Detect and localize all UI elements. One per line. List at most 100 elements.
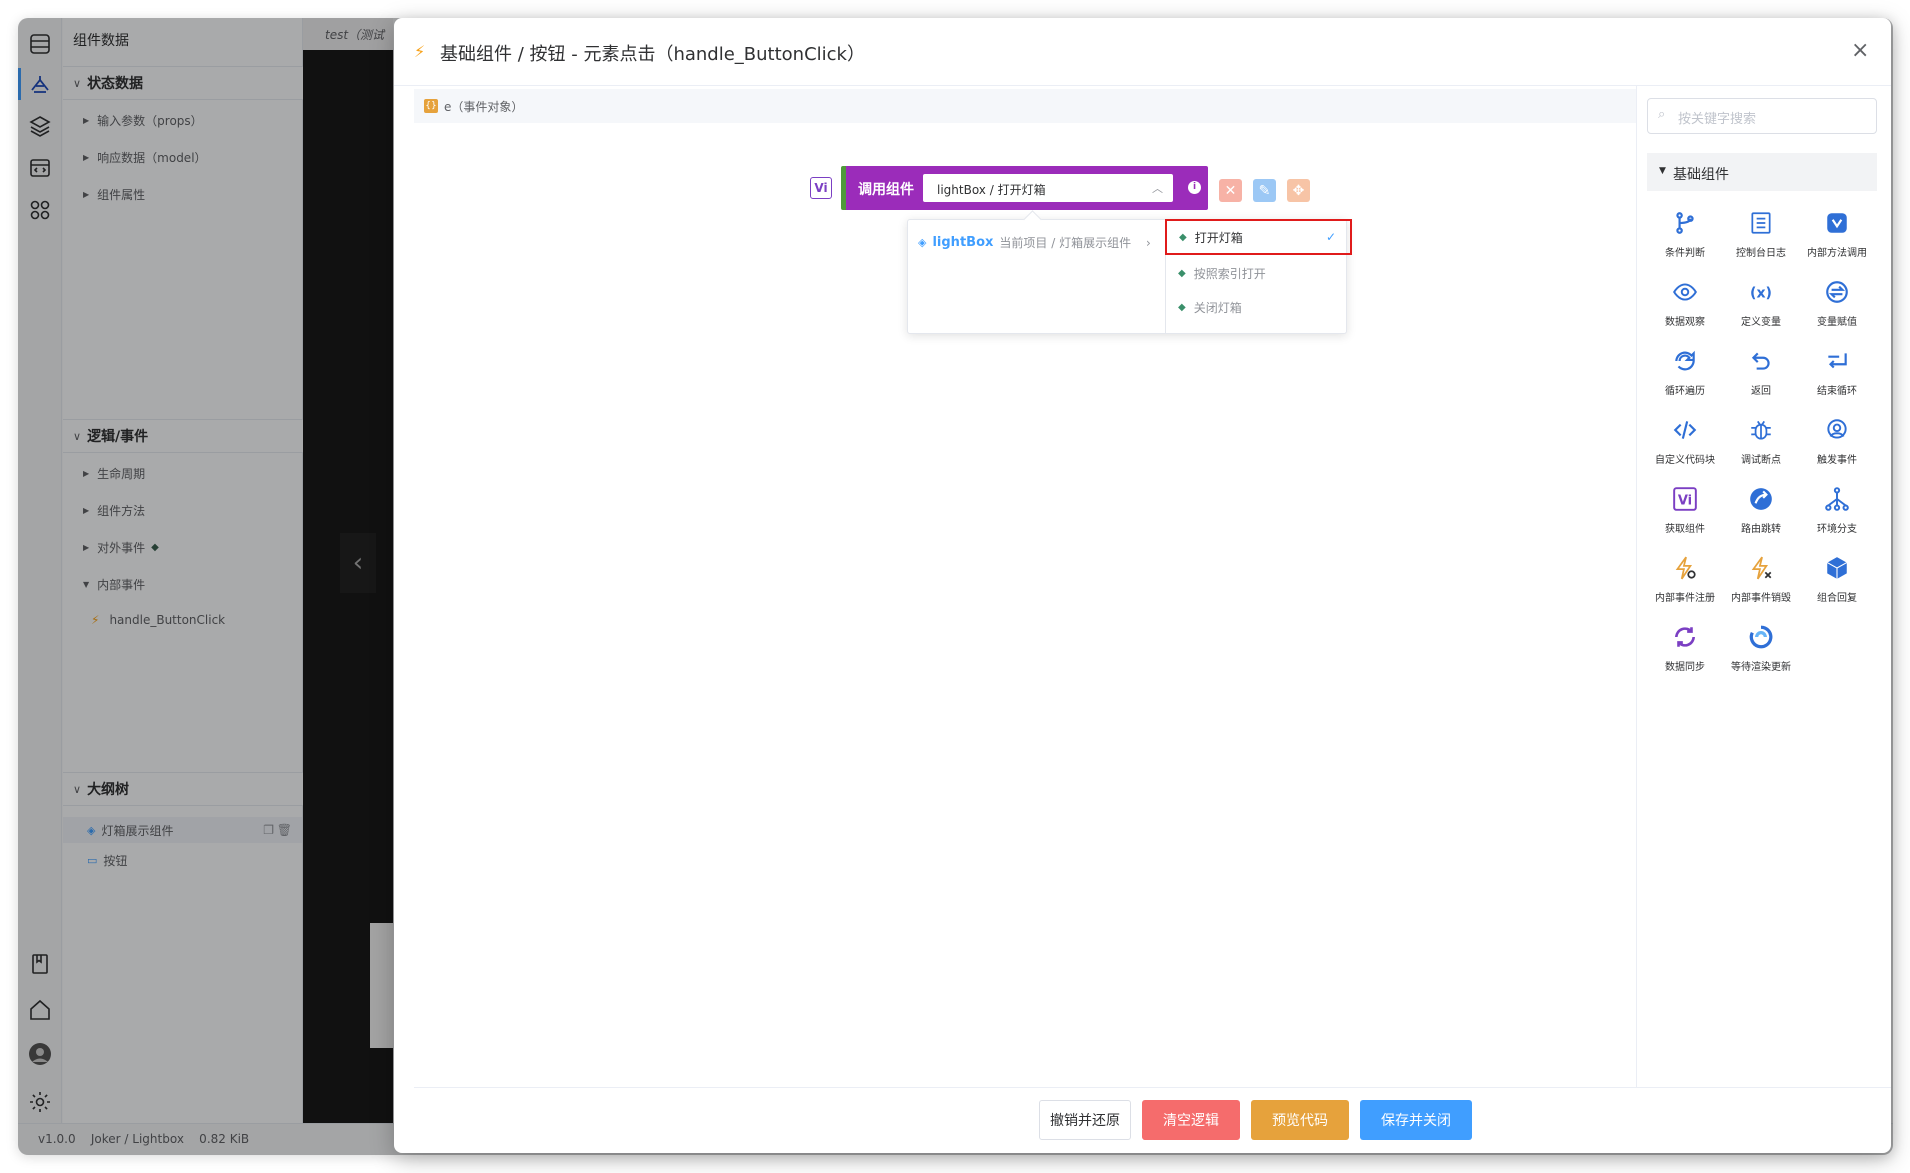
logic-editor-dialog: ⚡ 基础组件 / 按钮 - 元素点击（handle_ButtonClick） ×… <box>394 18 1891 1153</box>
gem-icon: ◆ <box>1178 301 1186 313</box>
tool-label: 调试断点 <box>1741 455 1781 466</box>
tool-label: 结束循环 <box>1817 386 1857 397</box>
tool-break[interactable]: 结束循环 <box>1802 348 1872 397</box>
tool-assign[interactable]: 变量赋值 <box>1802 279 1872 328</box>
tool-label: 返回 <box>1751 386 1771 397</box>
call-component-block[interactable]: 调用组件 lightBox / 打开灯箱 ︿ i <box>841 166 1208 210</box>
bug-icon <box>1726 417 1796 443</box>
clear-logic-button[interactable]: 清空逻辑 <box>1142 1100 1240 1140</box>
move-block-icon[interactable]: ✥ <box>1287 179 1310 202</box>
context-variable-bar: {} e（事件对象） <box>414 89 1636 123</box>
tool-event-destroy[interactable]: 内部事件销毁 <box>1726 555 1796 604</box>
cascader-option-open[interactable]: ◆ 打开灯箱 ✓ <box>1165 219 1352 255</box>
eye-icon <box>1650 279 1720 305</box>
save-close-button[interactable]: 保存并关闭 <box>1360 1100 1472 1140</box>
tool-wait-render[interactable]: 等待渲染更新 <box>1726 624 1796 673</box>
tool-vi[interactable]: Vi 获取组件 <box>1650 486 1720 535</box>
check-icon: ✓ <box>1325 230 1336 244</box>
branch-icon <box>1650 210 1720 236</box>
cascader-item-path: 当前项目 / 灯箱展示组件 <box>999 236 1132 250</box>
tool-label: 自定义代码块 <box>1655 455 1715 466</box>
cascader-left-column: ◈ lightBox 当前项目 / 灯箱展示组件 › <box>908 220 1166 333</box>
cascader-option-close[interactable]: ◆ 关闭灯箱 <box>1166 290 1346 324</box>
tool-eye[interactable]: 数据观察 <box>1650 279 1720 328</box>
block-label: 调用组件 <box>858 182 914 198</box>
tool-event-register[interactable]: 内部事件注册 <box>1650 555 1720 604</box>
cascader-option-open-by-index[interactable]: ◆ 按照索引打开 <box>1166 256 1346 290</box>
tool-label: 等待渲染更新 <box>1731 662 1791 673</box>
object-icon: {} <box>424 99 438 113</box>
variable-icon: (x) <box>1726 279 1796 305</box>
method-select[interactable]: lightBox / 打开灯箱 ︿ <box>923 174 1173 202</box>
route-icon <box>1726 486 1796 512</box>
gem-icon: ◆ <box>1179 231 1187 243</box>
dialog-title: 基础组件 / 按钮 - 元素点击（handle_ButtonClick） <box>440 44 865 65</box>
logic-workspace[interactable]: Vi 调用组件 lightBox / 打开灯箱 ︿ i ✕ ✎ ✥ ◈ ligh… <box>414 123 1636 1087</box>
tool-label: 内部方法调用 <box>1807 248 1867 259</box>
tool-label: 数据同步 <box>1665 662 1705 673</box>
cascader-item-lightbox[interactable]: ◈ lightBox 当前项目 / 灯箱展示组件 › <box>918 234 1151 251</box>
component-icon: ◈ <box>918 236 927 249</box>
tool-bug[interactable]: 调试断点 <box>1726 417 1796 466</box>
tool-label: 环境分支 <box>1817 524 1857 535</box>
vi-icon: Vi <box>1650 486 1720 512</box>
tool-route[interactable]: 路由跳转 <box>1726 486 1796 535</box>
tool-label: 变量赋值 <box>1817 317 1857 328</box>
tool-label: 路由跳转 <box>1741 524 1781 535</box>
tool-label: 定义变量 <box>1741 317 1781 328</box>
tool-env-branch[interactable]: 环境分支 <box>1802 486 1872 535</box>
method-select-value: lightBox / 打开灯箱 <box>937 183 1046 197</box>
log-icon <box>1726 210 1796 236</box>
delete-block-icon[interactable]: ✕ <box>1219 179 1242 202</box>
tool-label: 控制台日志 <box>1736 248 1786 259</box>
tool-log[interactable]: 控制台日志 <box>1726 210 1796 259</box>
assign-icon <box>1802 279 1872 305</box>
vi-badge-icon: Vi <box>810 177 832 199</box>
return-icon <box>1726 348 1796 374</box>
tool-section-basic[interactable]: ▼ 基础组件 <box>1647 153 1877 191</box>
event-destroy-icon <box>1726 555 1796 581</box>
svg-text:(x): (x) <box>1750 285 1772 301</box>
tool-label: 内部事件销毁 <box>1731 593 1791 604</box>
gem-icon: ◆ <box>1178 267 1186 279</box>
event-register-icon <box>1650 555 1720 581</box>
dialog-header: ⚡ 基础组件 / 按钮 - 元素点击（handle_ButtonClick） × <box>394 18 1891 86</box>
tool-variable[interactable]: (x) 定义变量 <box>1726 279 1796 328</box>
tool-label: 组合回复 <box>1817 593 1857 604</box>
context-variable[interactable]: e（事件对象） <box>444 98 523 115</box>
close-icon[interactable]: × <box>1851 38 1869 63</box>
code-icon <box>1650 417 1720 443</box>
tool-loop[interactable]: 循环遍历 <box>1650 348 1720 397</box>
break-icon <box>1802 348 1872 374</box>
sync-icon <box>1650 624 1720 650</box>
bolt-icon: ⚡ <box>414 42 426 61</box>
tool-code[interactable]: 自定义代码块 <box>1650 417 1720 466</box>
cancel-restore-button[interactable]: 撤销并还原 <box>1039 1100 1131 1140</box>
loop-icon <box>1650 348 1720 374</box>
cascader-dropdown: ◈ lightBox 当前项目 / 灯箱展示组件 › ◆ 打开灯箱 ✓ ◆ 按照… <box>907 219 1352 334</box>
tool-sync[interactable]: 数据同步 <box>1650 624 1720 673</box>
tool-method-call[interactable]: 内部方法调用 <box>1802 210 1872 259</box>
tool-return[interactable]: 返回 <box>1726 348 1796 397</box>
trigger-icon <box>1802 417 1872 443</box>
tool-label: 数据观察 <box>1665 317 1705 328</box>
cascader-item-name: lightBox <box>932 235 994 250</box>
tool-search-input[interactable]: ⌕ 按关键字搜索 <box>1647 98 1877 134</box>
tool-label: 循环遍历 <box>1665 386 1705 397</box>
tool-combine[interactable]: 组合回复 <box>1802 555 1872 604</box>
info-icon[interactable]: i <box>1188 181 1201 194</box>
chevron-right-icon: › <box>1146 235 1151 250</box>
chevron-up-icon: ︿ <box>1152 182 1163 195</box>
tool-label: 条件判断 <box>1665 248 1705 259</box>
search-icon: ⌕ <box>1658 107 1666 122</box>
tool-trigger[interactable]: 触发事件 <box>1802 417 1872 466</box>
tool-panel: ⌕ 按关键字搜索 ▼ 基础组件 条件判断 控制台日志 内部方法调用数据观察 (x) 定义… <box>1636 86 1891 1087</box>
svg-text:Vi: Vi <box>1678 493 1692 508</box>
env-branch-icon <box>1802 486 1872 512</box>
tool-branch[interactable]: 条件判断 <box>1650 210 1720 259</box>
preview-code-button[interactable]: 预览代码 <box>1251 1100 1349 1140</box>
wait-render-icon <box>1726 624 1796 650</box>
tool-label: 内部事件注册 <box>1655 593 1715 604</box>
caret-down-icon: ▼ <box>1659 166 1666 176</box>
edit-block-icon[interactable]: ✎ <box>1253 179 1276 202</box>
